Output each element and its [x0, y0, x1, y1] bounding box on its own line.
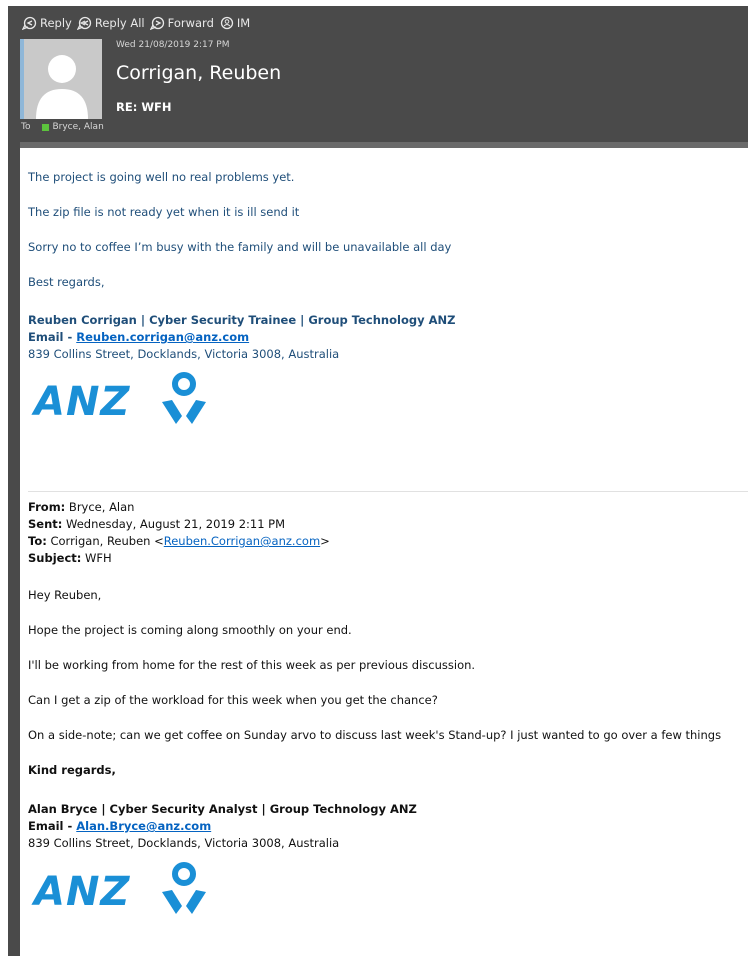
- person-icon: [36, 55, 88, 119]
- sent-date: Wed 21/08/2019 2:17 PM: [116, 40, 230, 50]
- reply-signature-email-line: Email - Reuben.corrigan@anz.com: [28, 330, 249, 344]
- message-body: The project is going well no real proble…: [20, 142, 748, 956]
- orig-to-line: To: Corrigan, Reuben <Reuben.Corrigan@an…: [28, 534, 330, 548]
- anz-logo-2: ANZ: [30, 860, 210, 920]
- reply-line-2: The zip file is not ready yet when it is…: [28, 205, 300, 219]
- orig-sent-value: Wednesday, August 21, 2019 2:11 PM: [62, 517, 286, 531]
- orig-sent-line: Sent: Wednesday, August 21, 2019 2:11 PM: [28, 517, 285, 531]
- reply-label: Reply: [40, 16, 72, 30]
- reading-pane-border: [8, 142, 20, 956]
- orig-closing: Kind regards,: [28, 763, 116, 777]
- reply-all-icon: [76, 16, 92, 30]
- sender-name[interactable]: Corrigan, Reuben: [116, 62, 281, 84]
- orig-subject-label: Subject:: [28, 551, 82, 565]
- orig-subject-value: WFH: [81, 551, 112, 565]
- orig-from-value: Bryce, Alan: [65, 500, 135, 514]
- orig-to-email-link[interactable]: Reuben.Corrigan@anz.com: [164, 534, 320, 548]
- orig-to-close: >: [320, 534, 330, 548]
- forward-icon: [149, 16, 164, 30]
- orig-to-value: Corrigan, Reuben <: [46, 534, 164, 548]
- presence-indicator: [42, 123, 50, 131]
- anz-logo: ANZ: [30, 370, 210, 430]
- anz-people-icon-2: [162, 862, 206, 914]
- orig-to-label: To:: [28, 534, 47, 548]
- reply-line-3: Sorry no to coffee I’m busy with the fam…: [28, 240, 452, 254]
- reply-signature-address: 839 Collins Street, Docklands, Victoria …: [28, 347, 340, 361]
- to-line: To Bryce, Alan: [21, 122, 104, 132]
- reply-all-button[interactable]: Reply All: [76, 16, 145, 30]
- reply-email-link[interactable]: Reuben.corrigan@anz.com: [76, 330, 249, 344]
- orig-line-1: Hope the project is coming along smoothl…: [28, 623, 352, 637]
- message-toolbar: Reply Reply All Forward IM: [22, 14, 255, 32]
- reply-email-label: Email -: [28, 330, 77, 344]
- orig-line-4: On a side-note; can we get coffee on Sun…: [28, 728, 722, 742]
- anz-logo-text-2: ANZ: [34, 869, 131, 915]
- avatar-presence-bar: [20, 39, 24, 119]
- orig-email-label: Email -: [28, 819, 77, 833]
- recipient-name[interactable]: Bryce, Alan: [52, 122, 103, 132]
- reply-closing: Best regards,: [28, 275, 105, 289]
- message-divider: [28, 491, 748, 492]
- orig-from-line: From: Bryce, Alan: [28, 500, 134, 514]
- reply-signature-name: Reuben Corrigan | Cyber Security Trainee…: [28, 313, 456, 327]
- orig-signature-name: Alan Bryce | Cyber Security Analyst | Gr…: [28, 802, 417, 816]
- orig-signature-address: 839 Collins Street, Docklands, Victoria …: [28, 836, 340, 850]
- sender-avatar: [20, 39, 102, 119]
- reply-line-1: The project is going well no real proble…: [28, 170, 295, 184]
- reply-icon: [22, 16, 37, 30]
- orig-subject-line: Subject: WFH: [28, 551, 112, 565]
- reply-all-label: Reply All: [94, 16, 145, 30]
- orig-sent-label: Sent:: [28, 517, 63, 531]
- to-label: To: [21, 122, 31, 132]
- reply-button[interactable]: Reply: [22, 16, 72, 30]
- im-button[interactable]: IM: [219, 16, 250, 30]
- orig-signature-email-line: Email - Alan.Bryce@anz.com: [28, 819, 211, 833]
- forward-label: Forward: [167, 16, 214, 30]
- anz-people-icon: [162, 372, 206, 424]
- orig-line-3: Can I get a zip of the workload for this…: [28, 693, 438, 707]
- orig-greeting: Hey Reuben,: [28, 588, 102, 602]
- orig-email-link[interactable]: Alan.Bryce@anz.com: [76, 819, 211, 833]
- im-label: IM: [236, 16, 251, 30]
- orig-from-label: From:: [28, 500, 66, 514]
- forward-button[interactable]: Forward: [149, 16, 214, 30]
- im-icon: [220, 16, 234, 30]
- anz-logo-text: ANZ: [34, 379, 131, 425]
- subject-line: RE: WFH: [116, 100, 172, 114]
- orig-line-2: I'll be working from home for the rest o…: [28, 658, 476, 672]
- message-header: Reply Reply All Forward IM Wed 21/08/201…: [8, 6, 748, 142]
